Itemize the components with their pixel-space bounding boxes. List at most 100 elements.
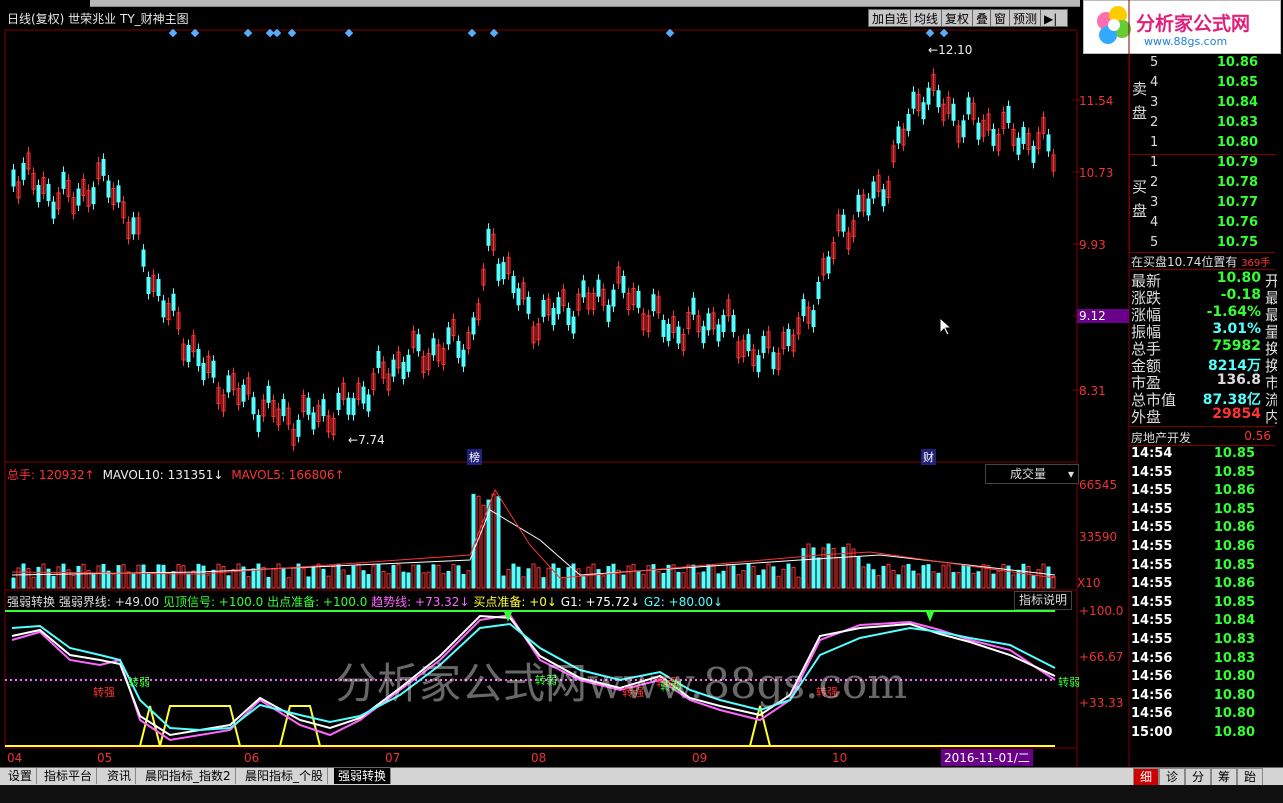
volume-label-1: 66545 <box>1079 478 1118 492</box>
main-pane-border <box>4 29 1078 463</box>
tab-news[interactable]: 资讯 <box>103 768 137 784</box>
volume-bar <box>676 571 681 589</box>
tab-detail[interactable]: 细 <box>1133 768 1159 786</box>
volume-bar <box>341 569 346 589</box>
indicator-select[interactable]: 成交量 ▾ <box>985 464 1079 484</box>
buy-level-3[interactable]: 3 10.77 <box>1130 195 1276 214</box>
candle-body <box>226 375 231 393</box>
volume-bar <box>956 572 961 589</box>
buy-level-1[interactable]: 1 10.79 <box>1130 155 1276 174</box>
volume-bar <box>1011 574 1016 589</box>
volume-bar <box>1031 575 1036 589</box>
tick-row: 14:55 10.86 <box>1129 576 1275 595</box>
volume-bar <box>31 576 36 589</box>
level: 3 <box>1150 95 1159 110</box>
quote-value: 75982 <box>1212 338 1261 354</box>
candle-body <box>336 392 341 410</box>
tick-time: 14:55 <box>1131 539 1173 554</box>
volume-bar <box>741 570 746 589</box>
candle-body <box>541 299 546 317</box>
quote-tail: 内 <box>1265 408 1277 426</box>
tab-minute[interactable]: 分 <box>1185 768 1211 786</box>
top-arrow-icon <box>926 612 934 622</box>
legend-buy-ready: 买点准备: +0↓ <box>473 595 557 609</box>
tab-chips[interactable]: 筹 <box>1211 768 1237 786</box>
level: 1 <box>1150 135 1159 150</box>
sell-level-4[interactable]: 4 10.85 <box>1130 75 1276 94</box>
volume-bar <box>271 567 276 589</box>
status-bar <box>0 785 1283 803</box>
event-tag-list[interactable]: 榜 <box>467 449 482 465</box>
volume-bar <box>101 563 106 589</box>
sell-level-1[interactable]: 1 10.80 <box>1130 135 1276 154</box>
tick-list[interactable]: 14:54 10.85 14:55 10.85 14:55 10.86 14:55 10… <box>1129 446 1275 766</box>
tab-indicator-index[interactable]: 晨阳指标_指数2 <box>141 768 236 784</box>
volume-bar <box>446 570 451 589</box>
volume-bar <box>541 577 546 589</box>
level: 2 <box>1150 175 1159 190</box>
candle-body <box>771 352 776 370</box>
low-value: 7.74 <box>358 433 385 447</box>
candle-body <box>501 262 506 280</box>
tab-diagnose[interactable]: 诊 <box>1159 768 1185 786</box>
indicator-label-1: +100.0 <box>1079 604 1124 618</box>
volume-bar <box>146 572 151 589</box>
volume-bar <box>771 566 776 589</box>
tick-price: 10.85 <box>1213 557 1255 573</box>
candle-body <box>46 183 51 201</box>
tick-row: 14:55 10.85 <box>1129 502 1275 521</box>
tab-indicator-stock[interactable]: 晨阳指标_个股 <box>241 768 329 784</box>
tick-price: 10.83 <box>1213 632 1255 647</box>
price: 10.84 <box>1216 95 1258 110</box>
candle-body <box>756 355 761 373</box>
tick-time: 14:55 <box>1131 632 1173 647</box>
price-label-1: 11.54 <box>1079 94 1114 108</box>
notice-text: 在买盘10.74位置有 <box>1131 255 1238 269</box>
candle-body <box>566 308 571 326</box>
volume-bar <box>991 573 996 589</box>
volume-bar <box>11 577 16 589</box>
tab-indicator-platform[interactable]: 指标平台 <box>40 768 98 784</box>
sell-level-5[interactable]: 5 10.86 <box>1130 55 1276 74</box>
volume-bar <box>251 568 256 589</box>
volume-bar <box>36 566 41 589</box>
tab-settings[interactable]: 设置 <box>4 768 38 784</box>
volume-bar <box>401 571 406 589</box>
candle-body <box>196 349 201 367</box>
event-tag-finance[interactable]: 财 <box>921 449 936 465</box>
tab-strength-switch[interactable]: 强弱转换 <box>334 768 392 784</box>
volume-bar <box>121 564 126 589</box>
volume-bar <box>561 577 566 589</box>
volume-legend: 总手: 120932↑ MAVOL10: 131351↓ MAVOL5: 166… <box>7 466 345 483</box>
sector-row[interactable]: 房地产开发 0.56 <box>1129 426 1275 446</box>
tick-price: 10.84 <box>1213 613 1255 629</box>
candle-body <box>826 256 831 274</box>
indicator-label-2: +66.67 <box>1079 650 1124 664</box>
candle-body <box>871 181 876 199</box>
order-book: 卖盘 买盘 5 10.86 4 10.85 3 10.84 2 10.83 1 10.80… <box>1129 55 1276 253</box>
buy-level-2[interactable]: 2 10.78 <box>1130 175 1276 194</box>
tick-row: 14:56 10.83 <box>1129 651 1275 670</box>
candle-body <box>786 329 791 347</box>
volume-bar <box>996 570 1001 589</box>
volume-bar <box>881 565 886 589</box>
volume-bar <box>926 564 931 589</box>
tick-time: 14:55 <box>1131 464 1173 480</box>
bottom-tab-bar: 设置 指标平台 资讯 晨阳指标_指数2 晨阳指标_个股 强弱转换 细 诊 分 筹… <box>0 767 1283 786</box>
buy-level-4[interactable]: 4 10.76 <box>1130 215 1276 234</box>
volume-bar <box>96 565 101 589</box>
volume-bar <box>521 576 526 589</box>
price: 10.83 <box>1216 115 1258 130</box>
sell-level-2[interactable]: 2 10.83 <box>1130 115 1276 134</box>
volume-bar <box>646 565 651 589</box>
tick-time: 14:55 <box>1131 483 1173 499</box>
tab-more[interactable]: 跆 <box>1237 768 1263 786</box>
month-label: 08 <box>531 751 547 765</box>
tick-time: 14:56 <box>1131 687 1173 703</box>
level: 5 <box>1150 235 1159 250</box>
indicator-help-button[interactable]: 指标说明 <box>1014 591 1073 610</box>
volume-bar <box>181 565 186 589</box>
tick-row: 14:55 10.86 <box>1129 539 1275 558</box>
sell-level-3[interactable]: 3 10.84 <box>1130 95 1276 114</box>
quote-row: 最新 10.80 开 <box>1129 270 1277 290</box>
